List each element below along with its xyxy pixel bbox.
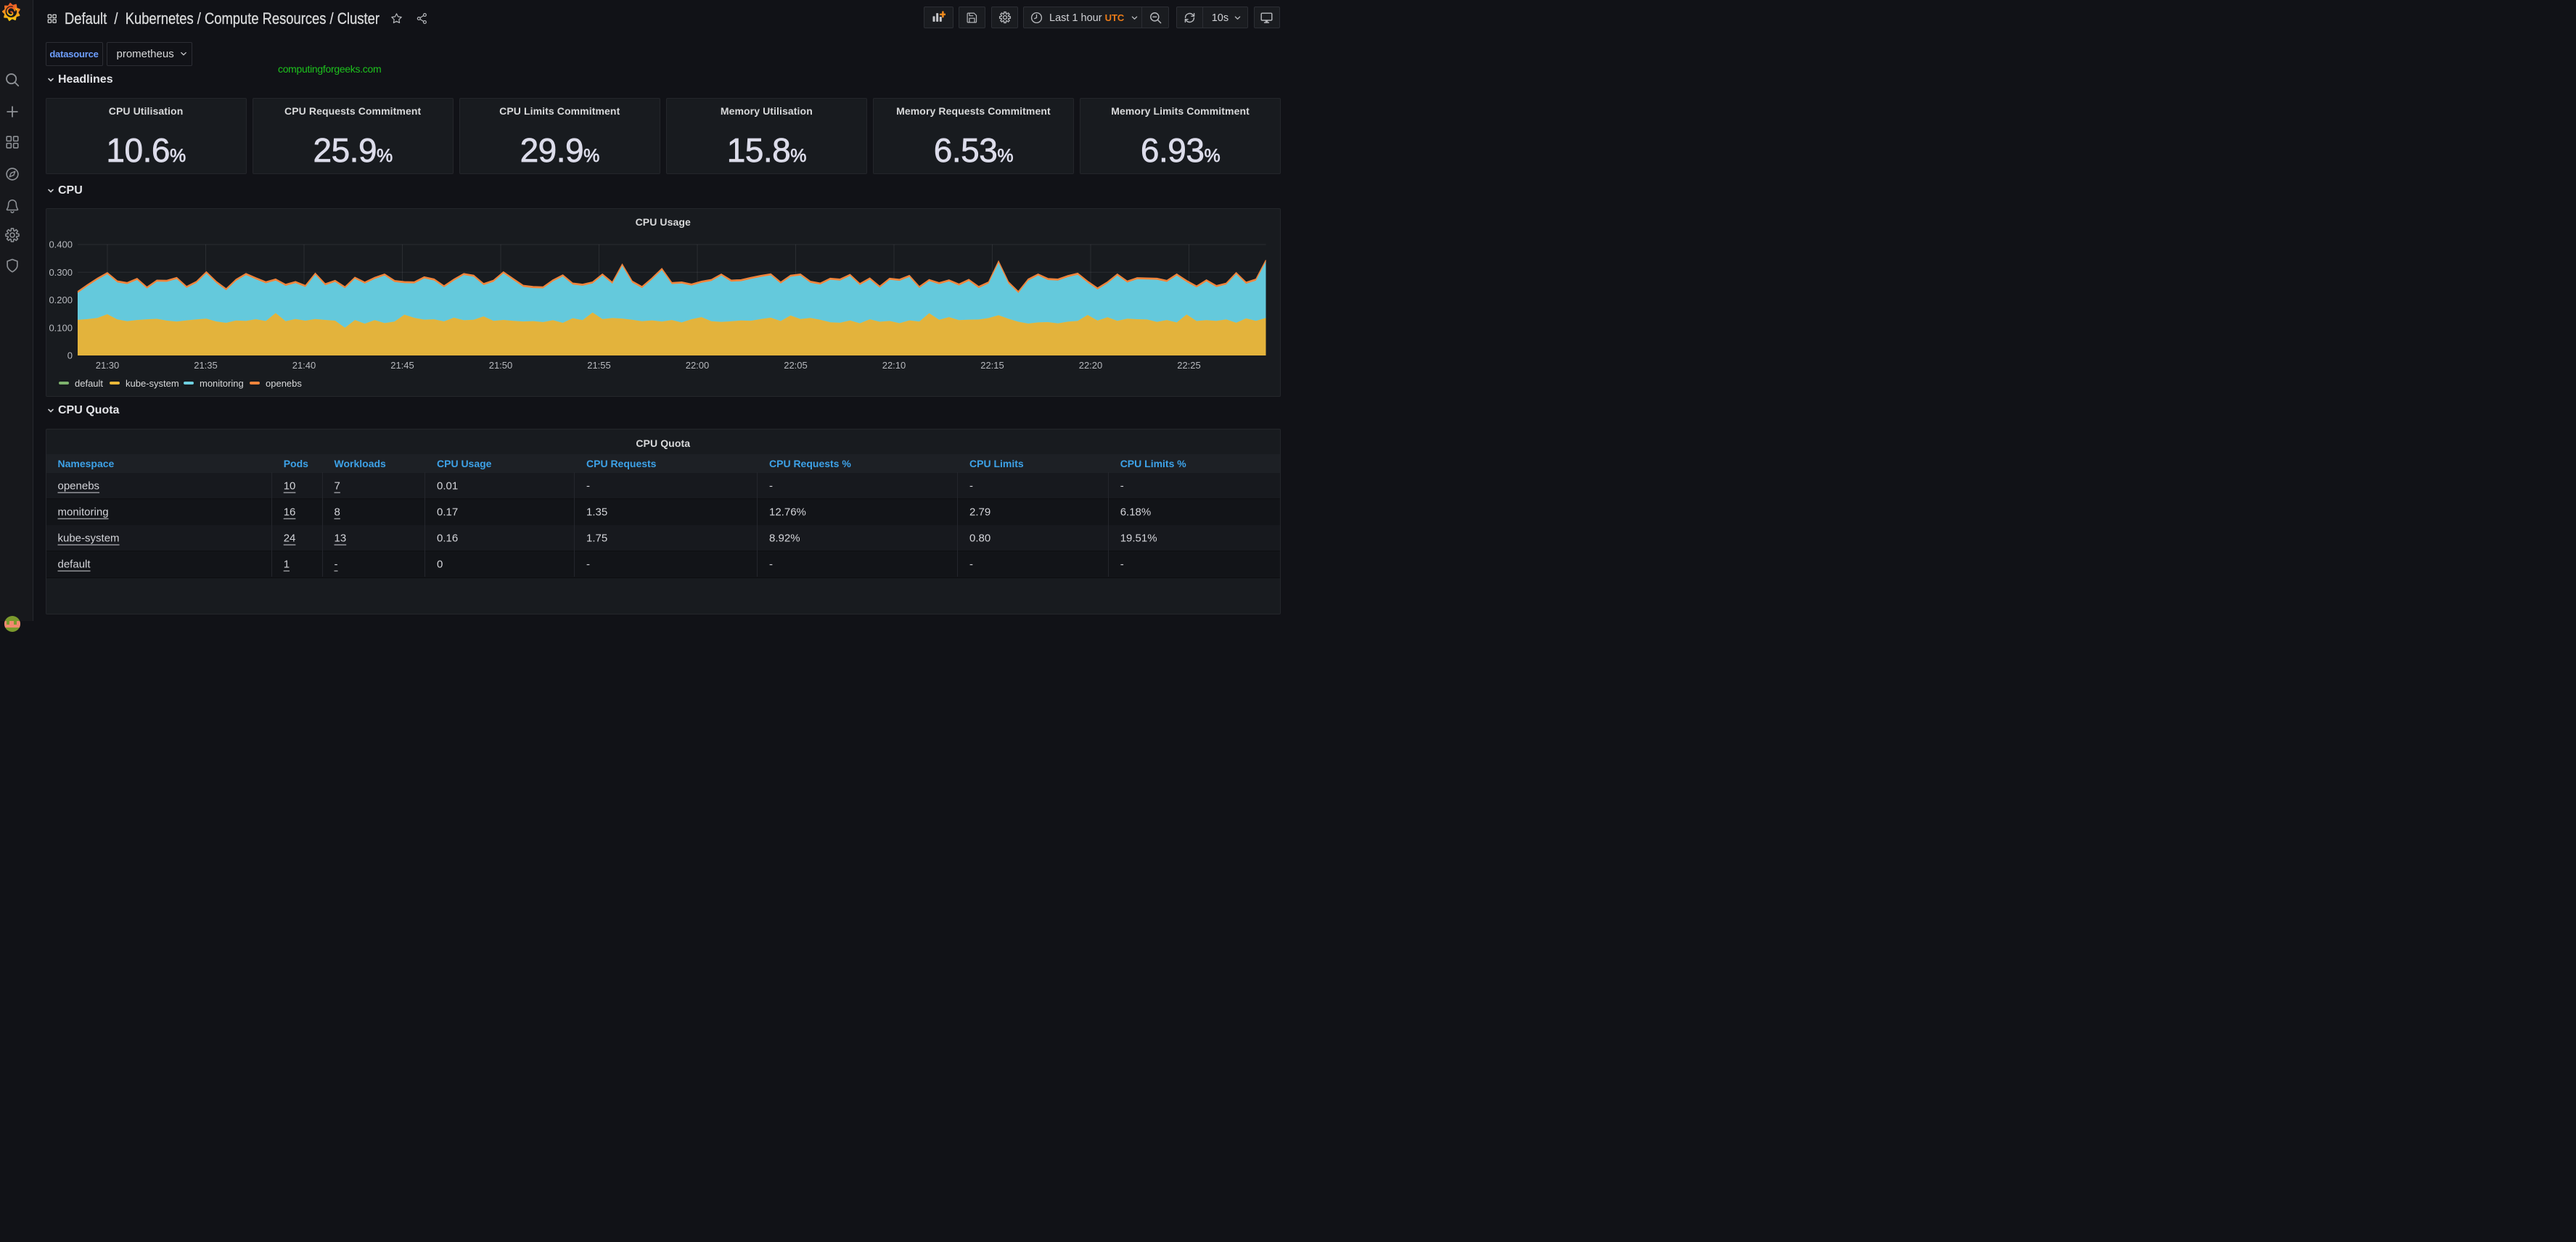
svg-text:21:30: 21:30	[96, 360, 120, 371]
svg-text:0: 0	[67, 350, 73, 361]
svg-text:0.200: 0.200	[49, 295, 73, 305]
svg-text:22:20: 22:20	[1079, 360, 1103, 371]
svg-text:0.300: 0.300	[49, 267, 73, 278]
svg-text:22:10: 22:10	[882, 360, 906, 371]
svg-text:21:55: 21:55	[587, 360, 611, 371]
svg-text:21:50: 21:50	[489, 360, 513, 371]
svg-text:22:15: 22:15	[980, 360, 1004, 371]
svg-text:0.100: 0.100	[49, 322, 73, 333]
svg-text:22:05: 22:05	[784, 360, 808, 371]
svg-text:21:40: 21:40	[292, 360, 316, 371]
svg-text:21:35: 21:35	[194, 360, 218, 371]
svg-text:22:25: 22:25	[1177, 360, 1201, 371]
svg-text:0.400: 0.400	[49, 239, 73, 250]
svg-text:22:00: 22:00	[686, 360, 710, 371]
svg-text:21:45: 21:45	[390, 360, 414, 371]
